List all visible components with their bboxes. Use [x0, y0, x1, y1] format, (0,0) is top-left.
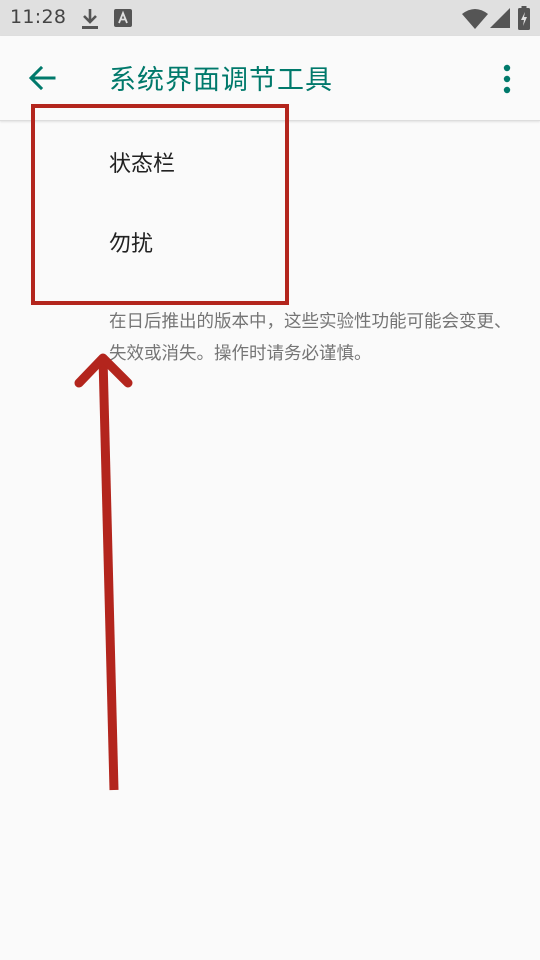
app-bar: 系统界面调节工具 — [0, 36, 540, 121]
status-bar: 11:28 — [0, 0, 540, 36]
footer-note: 在日后推出的版本中，这些实验性功能可能会变更、失效或消失。操作时请务必谨慎。 — [109, 312, 512, 364]
menu-item-status-bar[interactable]: 状态栏 — [0, 121, 540, 201]
signal-icon — [490, 8, 510, 28]
overflow-menu-button[interactable] — [490, 60, 524, 100]
menu-item-label: 勿扰 — [109, 232, 154, 257]
arrow-back-icon — [28, 65, 56, 91]
download-icon — [82, 9, 98, 29]
more-vert-icon — [503, 64, 511, 94]
page-title: 系统界面调节工具 — [109, 65, 333, 96]
menu-item-label: 状态栏 — [109, 152, 176, 177]
wifi-icon — [462, 9, 488, 29]
back-button[interactable] — [22, 58, 64, 100]
battery-charging-icon — [518, 6, 530, 30]
menu-item-do-not-disturb[interactable]: 勿扰 — [0, 201, 540, 281]
status-time: 11:28 — [10, 6, 67, 28]
text-a-icon — [114, 9, 132, 27]
